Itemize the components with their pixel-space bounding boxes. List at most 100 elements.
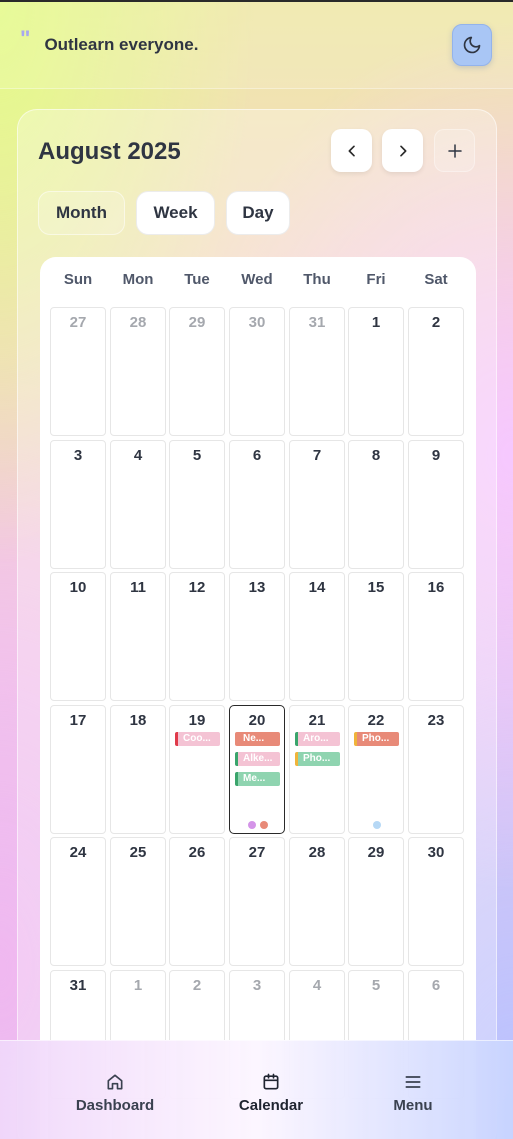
day-number: 24 — [69, 844, 87, 861]
day-cell[interactable]: 18 — [110, 705, 166, 834]
day-cell-today[interactable]: 20 Ne... Alke... Me... — [229, 705, 285, 834]
day-number: 2 — [192, 977, 202, 994]
day-cell[interactable]: 6 — [229, 440, 285, 569]
day-number: 4 — [312, 977, 322, 994]
nav-calendar[interactable]: Calendar — [201, 1072, 341, 1114]
day-number: 31 — [69, 977, 87, 994]
day-cell[interactable]: 4 — [110, 440, 166, 569]
day-cell[interactable]: 21 Aro... Pho... — [289, 705, 345, 834]
event-chip[interactable]: Pho... — [354, 732, 399, 746]
day-number: 5 — [371, 977, 381, 994]
day-cell[interactable]: 28 — [289, 837, 345, 966]
day-number: 8 — [371, 447, 381, 464]
day-cell[interactable]: 26 — [169, 837, 225, 966]
day-cell[interactable]: 9 — [408, 440, 464, 569]
nav-menu[interactable]: Menu — [343, 1072, 483, 1114]
day-cell[interactable]: 30 — [229, 307, 285, 436]
nav-calendar-label: Calendar — [238, 1097, 304, 1114]
chevron-left-icon — [348, 145, 355, 156]
day-number: 11 — [130, 579, 146, 596]
day-cell[interactable]: 24 — [50, 837, 106, 966]
day-cell[interactable]: 17 — [50, 705, 106, 834]
event-chip[interactable]: Pho... — [295, 752, 340, 766]
day-cell[interactable]: 31 — [289, 307, 345, 436]
day-number: 5 — [192, 447, 202, 464]
day-cell[interactable]: 29 — [169, 307, 225, 436]
day-number: 10 — [69, 579, 87, 596]
day-number: 25 — [129, 844, 147, 861]
event-chip[interactable]: Coo... — [175, 732, 220, 746]
day-number: 13 — [248, 579, 266, 596]
day-cell[interactable]: 8 — [348, 440, 404, 569]
day-number: 27 — [248, 844, 266, 861]
weekday-header: Sat — [424, 271, 448, 288]
day-cell[interactable]: 13 — [229, 572, 285, 701]
day-number: 19 — [188, 712, 206, 729]
event-chip[interactable]: Me... — [235, 772, 280, 786]
day-cell[interactable]: 10 — [50, 572, 106, 701]
plus-icon — [447, 143, 462, 158]
event-chip[interactable]: Alke... — [235, 752, 280, 766]
day-cell[interactable]: 3 — [50, 440, 106, 569]
month-grid: Sun Mon Tue Wed Thu Fri Sat 27 28 29 30 31 1 2 3 4 5 6 7 8 9… — [40, 257, 476, 1139]
day-number: 1 — [133, 977, 143, 994]
home-icon — [107, 1074, 123, 1090]
day-cell[interactable]: 22 Pho... — [348, 705, 404, 834]
day-number: 17 — [69, 712, 87, 729]
view-week-button[interactable]: Week — [136, 191, 215, 235]
day-cell[interactable]: 7 — [289, 440, 345, 569]
event-dot — [373, 821, 381, 829]
nav-dashboard[interactable]: Dashboard — [45, 1072, 185, 1114]
day-number: 16 — [427, 579, 445, 596]
add-event-button[interactable] — [434, 129, 475, 172]
bottom-navigation: Dashboard Calendar Menu — [0, 1040, 513, 1139]
day-cell[interactable]: 19 Coo... — [169, 705, 225, 834]
day-number: 31 — [308, 314, 326, 331]
day-number: 14 — [308, 579, 326, 596]
day-cell[interactable]: 11 — [110, 572, 166, 701]
previous-month-button[interactable] — [331, 129, 372, 172]
event-dot — [260, 821, 268, 829]
day-cell[interactable]: 2 — [408, 307, 464, 436]
day-number: 6 — [252, 447, 262, 464]
day-number: 18 — [129, 712, 147, 729]
day-cell[interactable]: 30 — [408, 837, 464, 966]
chevron-right-icon — [399, 145, 406, 156]
day-cell[interactable]: 15 — [348, 572, 404, 701]
event-chip[interactable]: Ne... — [235, 732, 280, 746]
view-day-button[interactable]: Day — [226, 191, 290, 235]
next-month-button[interactable] — [382, 129, 423, 172]
day-cell[interactable]: 25 — [110, 837, 166, 966]
weekday-header: Mon — [122, 271, 154, 288]
day-number: 1 — [371, 314, 381, 331]
tagline: Outlearn everyone. — [44, 35, 199, 54]
day-number: 20 — [248, 712, 266, 729]
day-cell[interactable]: 23 — [408, 705, 464, 834]
day-number: 7 — [312, 447, 322, 464]
day-cell[interactable]: 27 — [229, 837, 285, 966]
nav-dashboard-label: Dashboard — [75, 1097, 155, 1114]
day-number: 22 — [367, 712, 385, 729]
month-title: August 2025 — [38, 138, 181, 165]
event-dot — [248, 821, 256, 829]
menu-icon — [405, 1076, 421, 1088]
event-chip[interactable]: Aro... — [295, 732, 340, 746]
day-number: 3 — [252, 977, 262, 994]
day-number: 28 — [129, 314, 147, 331]
day-cell[interactable]: 5 — [169, 440, 225, 569]
theme-toggle-button[interactable] — [452, 24, 492, 66]
day-cell[interactable]: 29 — [348, 837, 404, 966]
day-number: 23 — [427, 712, 445, 729]
day-number: 6 — [431, 977, 441, 994]
day-cell[interactable]: 1 — [348, 307, 404, 436]
day-cell[interactable]: 28 — [110, 307, 166, 436]
view-month-button[interactable]: Month — [38, 191, 125, 235]
day-number: 30 — [427, 844, 445, 861]
calendar-icon — [263, 1073, 279, 1090]
day-cell[interactable]: 16 — [408, 572, 464, 701]
day-cell[interactable]: 12 — [169, 572, 225, 701]
day-cell[interactable]: 14 — [289, 572, 345, 701]
day-cell[interactable]: 27 — [50, 307, 106, 436]
day-number: 28 — [308, 844, 326, 861]
weekday-header: Thu — [303, 271, 331, 288]
